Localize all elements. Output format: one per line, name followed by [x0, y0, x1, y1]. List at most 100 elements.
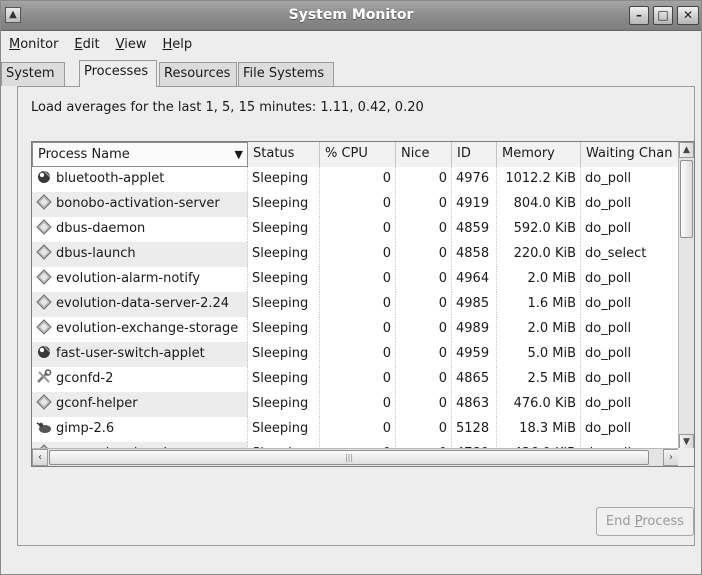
cell-wchan: do_select [585, 246, 647, 261]
cell-wchan: do_poll [585, 421, 632, 436]
cell-id: 4964 [452, 267, 497, 292]
table-row[interactable]: bonobo-activation-server Sleeping 0 0 4919 80… [32, 192, 679, 217]
menu-edit[interactable]: Edit [66, 32, 107, 58]
cell-cpu: 0 [320, 417, 396, 442]
cell-id: 4863 [452, 392, 497, 417]
process-name: evolution-alarm-notify [56, 271, 201, 286]
cell-id: 4976 [452, 167, 497, 192]
table-row[interactable]: evolution-exchange-storage Sleeping 0 0 4989… [32, 317, 679, 342]
tab-resources[interactable]: Resources [159, 62, 237, 86]
process-table[interactable]: Process Name ▼ Status % CPU Nice ID Memor… [31, 141, 695, 467]
cell-memory: 592.0 KiB [497, 217, 581, 242]
process-name: bonobo-activation-server [56, 196, 220, 211]
cell-cpu: 0 [320, 342, 396, 367]
menu-monitor[interactable]: Monitor [1, 32, 66, 58]
cell-nice: 0 [396, 292, 452, 317]
close-button[interactable]: ✕ [677, 6, 699, 25]
cell-wchan: do_poll [585, 371, 632, 386]
scroll-up-icon[interactable]: ▲ [679, 142, 694, 158]
scroll-right-icon[interactable]: › [663, 449, 679, 466]
column-header-status[interactable]: Status [248, 142, 320, 167]
cell-status: Sleeping [248, 242, 320, 267]
cell-memory: 220.0 KiB [497, 242, 581, 267]
cell-status: Sleeping [248, 417, 320, 442]
table-row[interactable]: gimp-2.6 Sleeping 0 0 5128 18.3 MiB do_poll [32, 417, 679, 442]
cell-nice: 0 [396, 242, 452, 267]
horizontal-scroll-thumb[interactable]: ||| [49, 450, 649, 465]
column-header-waiting-channel[interactable]: Waiting Chan [581, 142, 679, 167]
table-row[interactable]: evolution-data-server-2.24 Sleeping 0 0 4985… [32, 292, 679, 317]
generic-process-icon [36, 244, 52, 260]
column-header-nice[interactable]: Nice [396, 142, 452, 167]
cell-status: Sleeping [248, 317, 320, 342]
cell-nice: 0 [396, 392, 452, 417]
table-row[interactable]: gconf-helper Sleeping 0 0 4863 476.0 KiB do_po… [32, 392, 679, 417]
tab-system[interactable]: System [1, 62, 65, 86]
cell-status: Sleeping [248, 342, 320, 367]
minimize-button[interactable]: – [629, 6, 649, 25]
cell-cpu: 0 [320, 242, 396, 267]
column-header-cpu[interactable]: % CPU [320, 142, 396, 167]
scroll-left-icon[interactable]: ‹ [32, 449, 48, 466]
table-row[interactable]: fast-user-switch-applet Sleeping 0 0 4959 5.0… [32, 342, 679, 367]
process-name: bluetooth-applet [56, 171, 165, 186]
process-name: dbus-daemon [56, 221, 146, 236]
cell-memory: 1.6 MiB [497, 292, 581, 317]
title-bar[interactable]: ▲ System Monitor – □ ✕ [1, 1, 701, 31]
cell-name: evolution-exchange-storage [32, 317, 248, 342]
cell-status: Sleeping [248, 217, 320, 242]
cell-wchan: do_poll [585, 321, 632, 336]
table-row[interactable]: gconfd-2 Sleeping 0 0 4865 2.5 MiB do_poll [32, 367, 679, 392]
cell-name: gimp-2.6 [32, 417, 248, 442]
cell-status: Sleeping [248, 292, 320, 317]
process-name: evolution-exchange-storage [56, 321, 239, 336]
cell-name: evolution-alarm-notify [32, 267, 248, 292]
maximize-button[interactable]: □ [653, 6, 673, 25]
cell-memory: 2.0 MiB [497, 267, 581, 292]
table-row[interactable]: dbus-daemon Sleeping 0 0 4859 592.0 KiB do_pol… [32, 217, 679, 242]
cell-nice: 0 [396, 217, 452, 242]
table-row[interactable]: evolution-alarm-notify Sleeping 0 0 4964 2.0 … [32, 267, 679, 292]
cell-memory: 5.0 MiB [497, 342, 581, 367]
cell-status: Sleeping [248, 367, 320, 392]
vertical-scroll-thumb[interactable] [680, 160, 693, 238]
cell-memory: 18.3 MiB [497, 417, 581, 442]
process-name: gimp-2.6 [56, 421, 115, 436]
column-header-memory[interactable]: Memory [497, 142, 581, 167]
cell-name: gconf-helper [32, 392, 248, 417]
vertical-scrollbar[interactable]: ▲ ▼ [678, 142, 694, 450]
column-header-process-name[interactable]: Process Name ▼ [32, 142, 248, 167]
cell-cpu: 0 [320, 292, 396, 317]
process-name: gconf-helper [56, 396, 138, 411]
horizontal-scrollbar[interactable]: ‹ ||| › [32, 448, 679, 466]
sort-down-icon: ▼ [234, 148, 243, 161]
process-name: fast-user-switch-applet [56, 346, 205, 361]
generic-process-icon [36, 294, 52, 310]
table-row[interactable]: dbus-launch Sleeping 0 0 4858 220.0 KiB do_sel… [32, 242, 679, 267]
column-header-id[interactable]: ID [452, 142, 497, 167]
cell-id: 4859 [452, 217, 497, 242]
applet-icon [36, 169, 52, 185]
window-title: System Monitor [288, 7, 414, 23]
end-process-button[interactable]: End Process [596, 507, 694, 536]
cell-wchan: do_poll [585, 196, 632, 211]
cell-status: Sleeping [248, 192, 320, 217]
cell-id: 4865 [452, 367, 497, 392]
cell-id: 4985 [452, 292, 497, 317]
menu-view[interactable]: View [108, 32, 155, 58]
cell-name: bluetooth-applet [32, 167, 248, 192]
process-name: evolution-data-server-2.24 [56, 296, 230, 311]
cell-memory: 804.0 KiB [497, 192, 581, 217]
cell-status: Sleeping [248, 392, 320, 417]
cell-cpu: 0 [320, 217, 396, 242]
tab-file-systems[interactable]: File Systems [238, 62, 334, 86]
table-header: Process Name ▼ Status % CPU Nice ID Memor… [32, 142, 679, 167]
table-row[interactable]: bluetooth-applet Sleeping 0 0 4976 1012.2 KiB… [32, 167, 679, 192]
tab-processes[interactable]: Processes [79, 60, 157, 87]
menu-help[interactable]: Help [154, 32, 200, 58]
cell-name: fast-user-switch-applet [32, 342, 248, 367]
load-averages-label: Load averages for the last 1, 5, 15 minu… [31, 100, 424, 115]
cell-nice: 0 [396, 192, 452, 217]
menu-bar: Monitor Edit View Help [1, 32, 701, 58]
cell-id: 4858 [452, 242, 497, 267]
